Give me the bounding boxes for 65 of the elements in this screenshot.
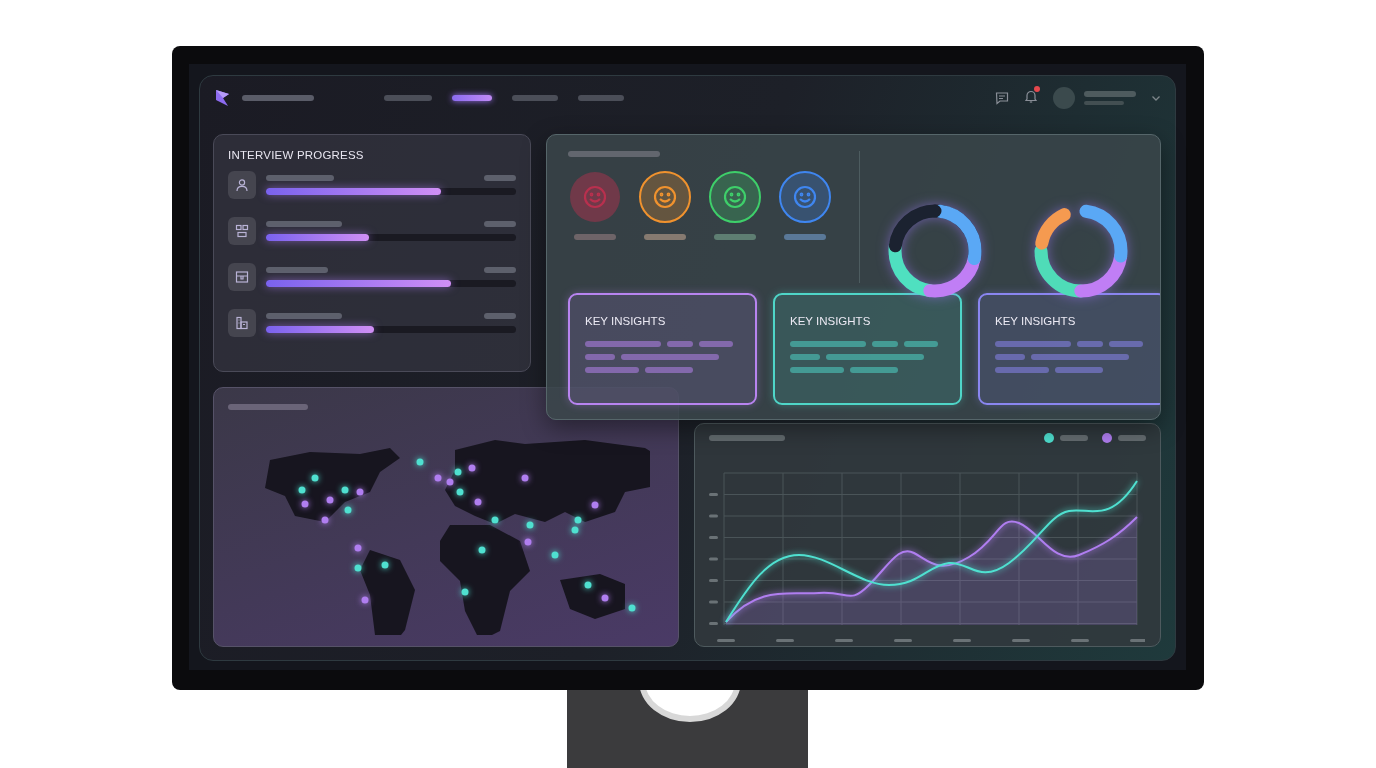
- nav-tab[interactable]: [512, 95, 558, 101]
- text-placeholder: [484, 175, 516, 181]
- tick-mark: [709, 493, 718, 496]
- text-placeholder: [1060, 435, 1088, 441]
- tick-mark: [709, 622, 718, 625]
- text-placeholder: [995, 354, 1025, 360]
- box-icon: [235, 270, 249, 284]
- tick-mark: [776, 639, 794, 642]
- nav-tab[interactable]: [578, 95, 624, 101]
- text-placeholder: [266, 267, 328, 273]
- card-title: KEY INSIGHTS: [790, 315, 872, 327]
- smiley-icon: [638, 170, 692, 224]
- building-icon: [235, 316, 249, 330]
- nav-tab[interactable]: [452, 95, 492, 101]
- text-placeholder: [790, 354, 820, 360]
- text-placeholder: [644, 234, 686, 240]
- text-placeholder: [699, 341, 733, 347]
- card-title: INTERVIEW PROGRESS: [228, 149, 365, 161]
- tick-mark: [709, 514, 718, 518]
- text-placeholder: [904, 341, 938, 347]
- text-placeholder: [484, 313, 516, 319]
- smiley-icon: [568, 170, 622, 224]
- text-placeholder: [585, 354, 615, 360]
- nav-tab[interactable]: [384, 95, 432, 101]
- tick-mark: [717, 639, 735, 642]
- bell-icon[interactable]: [1024, 89, 1038, 103]
- tick-mark: [709, 557, 718, 561]
- tick-mark: [709, 579, 718, 582]
- tick-mark: [894, 639, 912, 642]
- tick-mark: [709, 536, 718, 539]
- tick-mark: [1071, 639, 1089, 642]
- text-placeholder: [850, 367, 898, 373]
- text-placeholder: [995, 367, 1049, 373]
- text-placeholder: [585, 367, 639, 373]
- text-placeholder: [242, 95, 314, 101]
- text-placeholder: [667, 341, 693, 347]
- smiley-icon: [708, 170, 762, 224]
- grid-icon: [235, 224, 249, 238]
- text-placeholder: [1109, 341, 1143, 347]
- text-placeholder: [1055, 367, 1103, 373]
- text-placeholder: [790, 367, 844, 373]
- smiley-icon: [778, 170, 832, 224]
- chat-icon[interactable]: [995, 91, 1009, 105]
- text-placeholder: [714, 234, 756, 240]
- text-placeholder: [1084, 91, 1136, 97]
- card-title: KEY INSIGHTS: [995, 315, 1077, 327]
- chevron-down-icon[interactable]: [1151, 94, 1161, 102]
- text-placeholder: [784, 234, 826, 240]
- tick-mark: [835, 639, 853, 642]
- tick-mark: [1012, 639, 1030, 642]
- tick-mark: [1130, 639, 1145, 642]
- text-placeholder: [1084, 101, 1124, 105]
- text-placeholder: [484, 221, 516, 227]
- user-icon: [235, 178, 249, 192]
- text-placeholder: [1077, 341, 1103, 347]
- text-placeholder: [1118, 435, 1146, 441]
- text-placeholder: [645, 367, 693, 373]
- tick-mark: [709, 600, 718, 604]
- avatar[interactable]: [1053, 87, 1075, 109]
- text-placeholder: [266, 175, 334, 181]
- card-title: KEY INSIGHTS: [585, 315, 667, 327]
- text-placeholder: [574, 234, 616, 240]
- text-placeholder: [872, 341, 898, 347]
- text-placeholder: [484, 267, 516, 273]
- tick-mark: [953, 639, 971, 642]
